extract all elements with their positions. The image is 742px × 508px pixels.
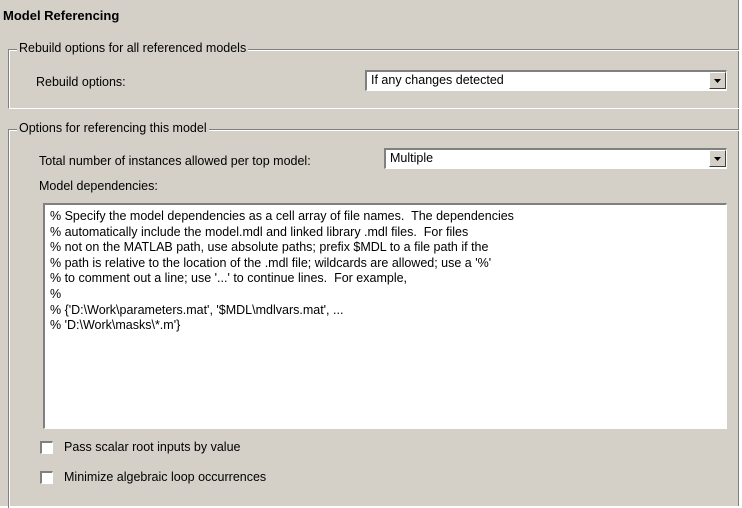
rebuild-options-dropdown[interactable]: If any changes detected <box>365 70 727 91</box>
instances-label: Total number of instances allowed per to… <box>39 154 311 168</box>
pass-scalar-root-inputs-label[interactable]: Pass scalar root inputs by value <box>64 440 240 454</box>
rebuild-options-label: Rebuild options: <box>36 75 126 89</box>
model-referencing-panel: Model Referencing Rebuild options for al… <box>0 0 740 508</box>
dependencies-line: % path is relative to the location of th… <box>50 255 492 270</box>
dependencies-textarea[interactable]: % Specify the model dependencies as a ce… <box>43 203 727 429</box>
dependencies-label: Model dependencies: <box>39 179 158 193</box>
dependencies-line: % <box>50 286 62 301</box>
options-group-legend: Options for referencing this model <box>17 121 209 135</box>
dependencies-line: % {'D:\Work\parameters.mat', '$MDL\mdlva… <box>50 302 344 317</box>
instances-value: Multiple <box>390 151 434 165</box>
dependencies-line: % not on the MATLAB path, use absolute p… <box>50 240 489 255</box>
chevron-down-icon[interactable] <box>709 150 726 167</box>
dependencies-line: % 'D:\Work\masks\*.m'} <box>50 318 181 333</box>
chevron-down-icon[interactable] <box>709 72 726 89</box>
page-title: Model Referencing <box>3 8 120 23</box>
dependencies-line: % Specify the model dependencies as a ce… <box>50 209 514 223</box>
rebuild-options-value: If any changes detected <box>371 73 504 87</box>
rebuild-group-legend: Rebuild options for all referenced model… <box>17 41 249 55</box>
minimize-algebraic-loop-label[interactable]: Minimize algebraic loop occurrences <box>64 470 266 484</box>
dependencies-line: % automatically include the model.mdl an… <box>50 224 469 239</box>
minimize-algebraic-loop-checkbox[interactable] <box>40 471 53 484</box>
instances-dropdown[interactable]: Multiple <box>384 148 727 169</box>
dependencies-line: % to comment out a line; use '...' to co… <box>50 271 408 286</box>
pass-scalar-root-inputs-checkbox[interactable] <box>40 441 53 454</box>
